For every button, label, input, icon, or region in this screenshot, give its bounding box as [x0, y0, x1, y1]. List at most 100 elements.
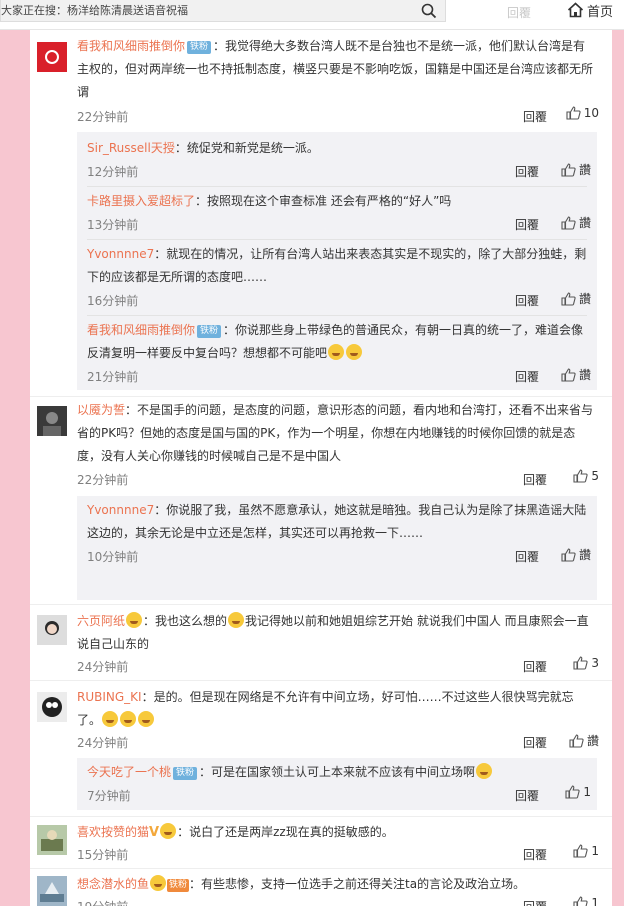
comment-user[interactable]: 看我和风细雨推倒你	[77, 39, 185, 53]
reply-meta: 21分钟前 回覆讚	[87, 366, 591, 385]
emoji-icon	[102, 711, 119, 727]
reply-text: 看我和风细雨推倒你 铁粉 ：你说那些身上带绿色的普通民众，有朝一日真的统一了，难道会…	[87, 323, 584, 360]
fan-badge: 铁粉	[197, 325, 222, 338]
like-button[interactable]: 讚	[561, 161, 591, 178]
search-icon	[421, 3, 437, 19]
thumbs-up-icon	[561, 547, 576, 562]
reply-user[interactable]: Sir_Russell天授	[87, 141, 175, 155]
home-label: 首页	[587, 4, 614, 20]
divider	[30, 816, 612, 817]
thumbs-up-icon	[565, 785, 580, 799]
emoji-icon	[228, 612, 245, 628]
reply-meta: 10分钟前 回覆讚	[87, 546, 591, 565]
avatar[interactable]	[37, 876, 67, 906]
search-input[interactable]	[1, 1, 411, 19]
comment-text: 看我和风细雨推倒你 铁粉 ：我觉得绝大多数台湾人既不是台独也不是统一派，他们默认台湾…	[77, 39, 594, 99]
like-button[interactable]: 10	[566, 106, 599, 120]
avatar[interactable]	[37, 42, 67, 72]
emoji-icon	[120, 711, 137, 727]
thumbs-up-icon	[561, 367, 576, 382]
reply-user[interactable]: Yvonnnne7	[87, 503, 154, 517]
comment-meta: 22分钟前 回覆 5	[77, 469, 599, 488]
search-button[interactable]	[417, 0, 441, 22]
comment-user[interactable]: RUBING_KI	[77, 690, 142, 704]
reply-button[interactable]: 回覆	[523, 734, 547, 751]
comment-user[interactable]: 喜欢按赞的猫	[77, 825, 149, 839]
divider	[87, 239, 587, 240]
like-button[interactable]: 讚	[561, 366, 591, 383]
reply-button[interactable]: 回覆	[523, 846, 547, 863]
thumbs-up-icon	[573, 896, 588, 906]
divider	[30, 680, 612, 681]
comment-text: 想念潜水的鱼 铁粉 ：有些悲惨，支持一位选手之前还得关注ta的言论及政治立场。	[77, 875, 526, 892]
reply-meta: 12分钟前 回覆讚	[87, 161, 591, 180]
reply-user[interactable]: 看我和风细雨推倒你	[87, 323, 195, 337]
reply-button[interactable]: 回覆	[515, 292, 539, 309]
reply-meta: 7分钟前 回覆 1	[87, 785, 591, 804]
avatar-logo-icon	[45, 50, 59, 64]
divider	[87, 315, 587, 316]
reply-user[interactable]: Yvonnnne7	[87, 247, 154, 261]
reply-user[interactable]: 今天吃了一个桃	[87, 765, 171, 779]
reply-text: Yvonnnne7：就现在的情况，让所有台湾人站出来表态其实是不现实的，除了大部…	[87, 247, 587, 284]
reply-button[interactable]: 回覆	[515, 216, 539, 233]
divider	[30, 604, 612, 605]
fan-badge: 铁粉	[173, 767, 198, 780]
emoji-icon	[138, 711, 155, 727]
reply-list: Sir_Russell天授：统促党和新党是统一派。 12分钟前 回覆讚 卡路里摄入…	[77, 132, 597, 390]
reply-button[interactable]: 回覆	[523, 658, 547, 675]
comment-user[interactable]: 以魇为誓	[77, 403, 125, 417]
emoji-icon	[126, 612, 143, 628]
reply-button[interactable]: 回覆	[523, 471, 547, 488]
emoji-icon	[346, 344, 363, 360]
top-bar: 回覆 首页	[0, 0, 624, 30]
home-icon	[567, 2, 584, 18]
home-link[interactable]: 首页	[567, 0, 613, 20]
like-button[interactable]: 讚	[561, 214, 591, 231]
like-button[interactable]: 1	[573, 896, 599, 906]
thumbs-up-icon	[569, 733, 584, 748]
comment-meta: 24分钟前 回覆 3	[77, 656, 599, 675]
avatar-photo-icon	[41, 830, 63, 851]
reply-button[interactable]: 回覆	[515, 368, 539, 385]
like-button[interactable]: 1	[573, 844, 599, 858]
avatar[interactable]	[37, 406, 67, 436]
comment-text: 以魇为誓：不是国手的问题，是态度的问题，意识形态的问题，看内地和台湾打，还看不出…	[77, 403, 594, 463]
like-button[interactable]: 讚	[561, 290, 591, 307]
reply-button[interactable]: 回覆	[515, 787, 539, 804]
thumbs-up-icon	[561, 291, 576, 306]
emoji-icon	[476, 763, 493, 779]
comment-user[interactable]: 想念潜水的鱼	[77, 877, 149, 891]
like-button[interactable]: 1	[565, 785, 591, 799]
like-button[interactable]: 讚	[569, 732, 599, 749]
avatar[interactable]	[37, 825, 67, 855]
comment-meta: 19分钟前 回覆 1	[77, 896, 599, 906]
comment-user[interactable]: 六页阿纸	[77, 614, 125, 628]
verified-badge: V	[149, 825, 160, 840]
like-button[interactable]: 讚	[561, 546, 591, 563]
fan-badge: 铁粉	[187, 41, 212, 54]
like-button[interactable]: 3	[573, 656, 599, 670]
thumbs-up-icon	[561, 215, 576, 230]
avatar[interactable]	[37, 615, 67, 645]
comment-meta: 22分钟前 回覆 10	[77, 106, 599, 126]
reply-button[interactable]: 回覆	[523, 898, 547, 906]
reply-text: 今天吃了一个桃 铁粉 ：可是在国家领土认可上本来就不应该有中间立场啊	[87, 761, 589, 784]
reply-button[interactable]: 回覆	[515, 163, 539, 180]
thumbs-up-icon	[566, 106, 581, 120]
search-box	[0, 0, 446, 22]
thumbs-up-icon	[561, 162, 576, 177]
reply-meta: 13分钟前 回覆讚	[87, 214, 591, 233]
reply-user[interactable]: 卡路里摄入爱超标了	[87, 194, 195, 208]
reply-button[interactable]: 回覆	[523, 108, 547, 125]
like-button[interactable]: 5	[573, 469, 599, 483]
emoji-icon	[160, 823, 177, 839]
thumbs-up-icon	[573, 469, 588, 483]
thumbs-up-icon	[573, 656, 588, 670]
reply-text: 卡路里摄入爱超标了：按照现在这个审查标准 还会有严格的“好人”吗	[87, 194, 452, 208]
avatar[interactable]	[37, 692, 67, 722]
avatar-portrait-icon	[45, 621, 59, 635]
reply-text: Sir_Russell天授：统促党和新党是统一派。	[87, 141, 319, 155]
reply-button[interactable]: 回覆	[515, 548, 539, 565]
top-reply-ghost: 回覆	[507, 6, 532, 20]
